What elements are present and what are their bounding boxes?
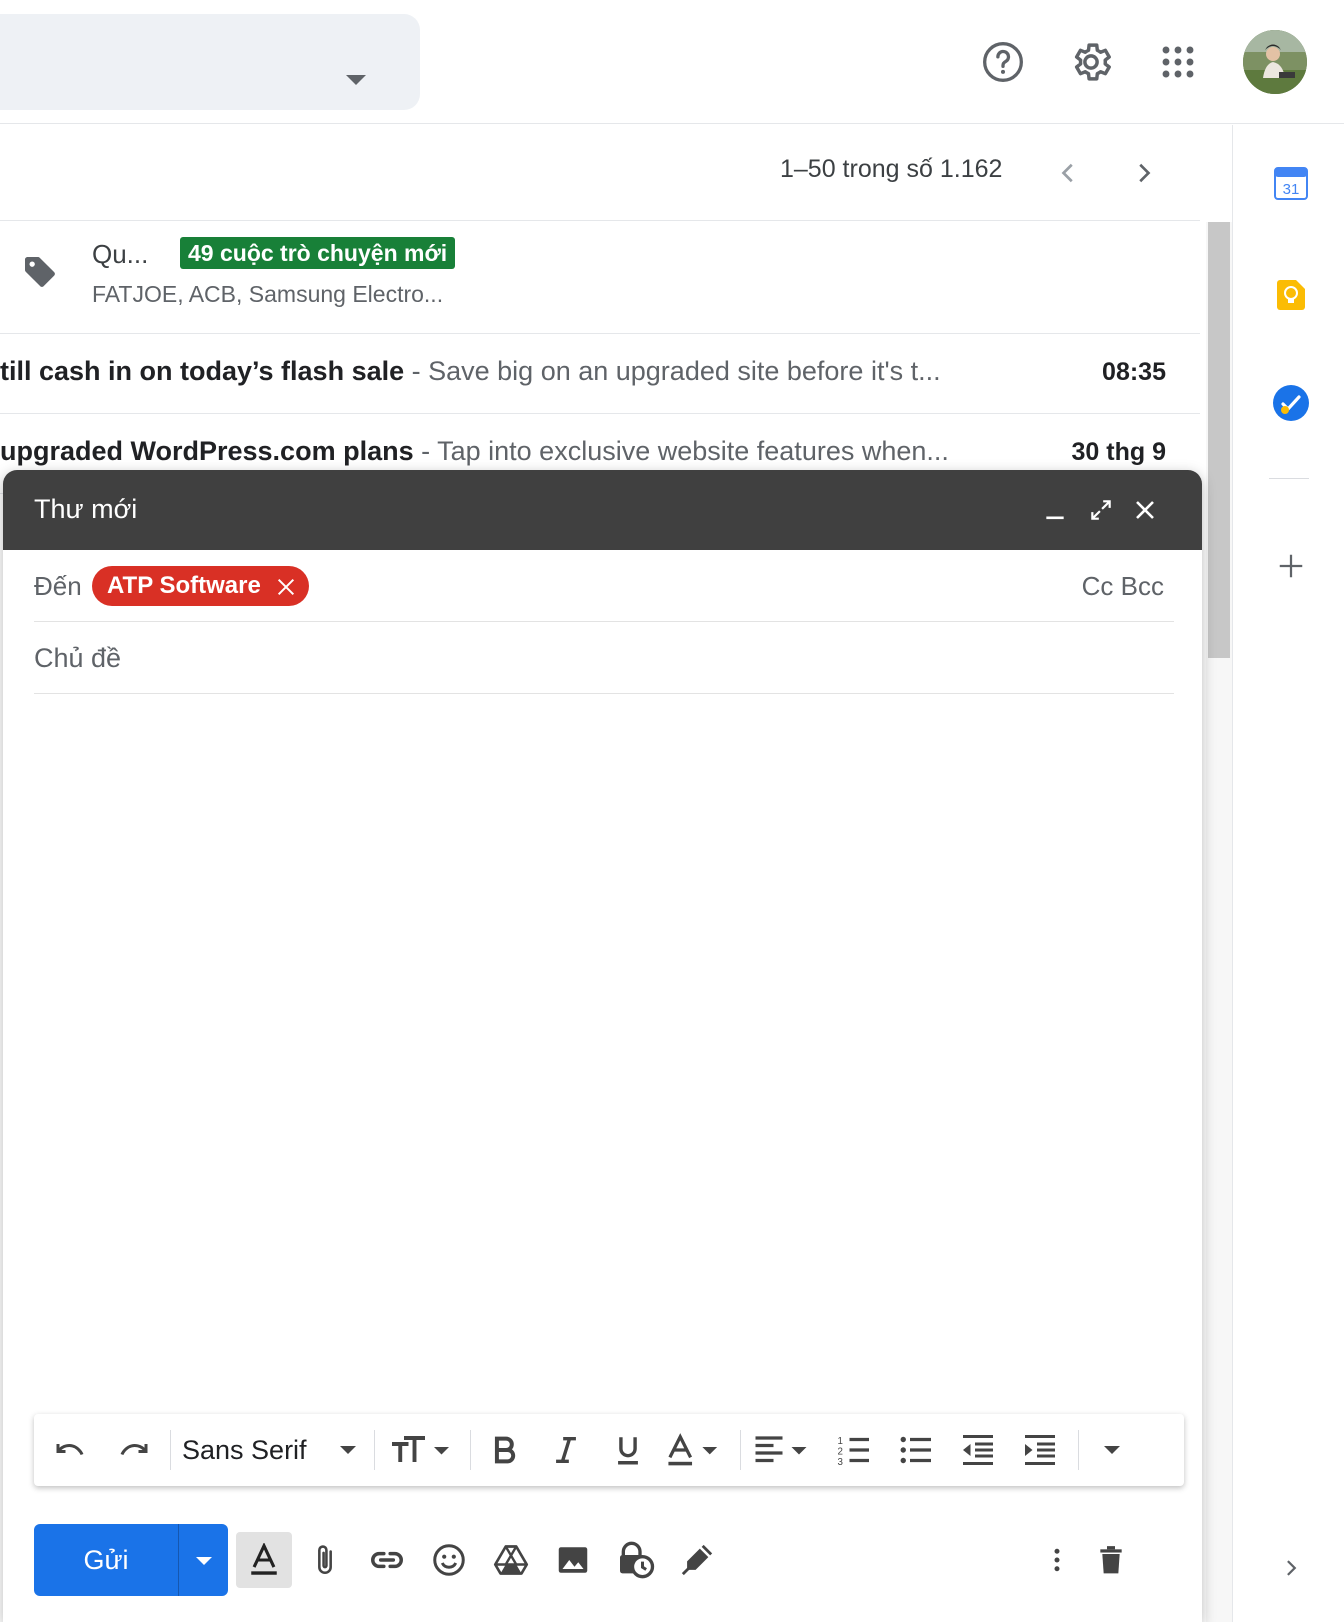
recipient-chip[interactable]: ATP Software: [92, 566, 309, 606]
link-icon[interactable]: [359, 1532, 415, 1588]
search-bar[interactable]: [0, 14, 420, 110]
attach-icon[interactable]: [297, 1532, 353, 1588]
emoji-icon[interactable]: [421, 1532, 477, 1588]
compose-header[interactable]: Thư mới: [3, 470, 1202, 550]
new-conversations-badge: 49 cuộc trò chuyện mới: [180, 237, 456, 269]
subject-field: [34, 622, 1174, 694]
toolbar-separator: [170, 1430, 171, 1470]
text-size-icon[interactable]: [386, 1426, 458, 1474]
drive-icon[interactable]: [483, 1532, 539, 1588]
calendar-icon[interactable]: 31: [1271, 163, 1311, 203]
gear-icon[interactable]: [1063, 34, 1119, 90]
more-formatting-icon[interactable]: [1088, 1426, 1136, 1474]
expand-panel-icon[interactable]: [1271, 1548, 1311, 1588]
tasks-icon[interactable]: [1271, 383, 1311, 423]
text-color-icon[interactable]: [662, 1426, 728, 1474]
align-icon[interactable]: [750, 1426, 818, 1474]
email-row[interactable]: till cash in on today’s flash sale - Sav…: [0, 334, 1200, 414]
discard-draft-icon[interactable]: [1083, 1532, 1139, 1588]
toolbar-separator: [470, 1430, 471, 1470]
more-options-icon[interactable]: [1029, 1532, 1085, 1588]
category-senders: FATJOE, ACB, Samsung Electro...: [92, 281, 444, 307]
indent-more-icon[interactable]: [1016, 1426, 1064, 1474]
label-tag-icon: [20, 252, 60, 292]
apps-grid-icon[interactable]: [1150, 34, 1206, 90]
side-divider: [1269, 478, 1309, 479]
avatar[interactable]: [1243, 30, 1307, 94]
scrollbar-thumb[interactable]: [1208, 222, 1230, 658]
bulleted-list-icon[interactable]: [892, 1426, 940, 1474]
indent-less-icon[interactable]: [954, 1426, 1002, 1474]
dropdown-arrow-icon: [340, 1446, 356, 1454]
toolbar-separator: [374, 1430, 375, 1470]
formatting-toolbar: Sans Serif 123: [34, 1414, 1184, 1486]
email-snippet: - Tap into exclusive website features wh…: [413, 436, 949, 466]
add-addon-icon[interactable]: [1271, 546, 1311, 586]
font-name: Sans Serif: [182, 1434, 307, 1465]
compose-window: Thư mới Đến ATP Software Cc Bcc Chủ đề S…: [3, 470, 1202, 1622]
side-panel: 31: [1232, 125, 1344, 1622]
to-field[interactable]: Đến ATP Software Cc Bcc: [34, 550, 1174, 622]
category-name: Qu...: [92, 239, 149, 269]
email-time: 30 thg 9: [1071, 438, 1166, 466]
category-row[interactable]: Qu... 49 cuộc trò chuyện mới FATJOE, ACB…: [0, 222, 1200, 334]
top-header: [0, 0, 1344, 124]
recipient-name: ATP Software: [107, 572, 261, 599]
svg-text:1: 1: [838, 1436, 843, 1447]
email-snippet: - Save big on an upgraded site before it…: [404, 356, 941, 386]
email-subject: till cash in on today’s flash sale: [0, 356, 405, 386]
redo-icon[interactable]: [110, 1426, 158, 1474]
close-icon[interactable]: [1127, 492, 1163, 528]
signature-icon[interactable]: [669, 1532, 725, 1588]
send-options-button[interactable]: [179, 1524, 228, 1596]
search-options-dropdown-icon[interactable]: [346, 75, 366, 85]
newer-page-icon[interactable]: [1050, 155, 1086, 191]
to-label: Đến: [34, 571, 82, 601]
send-button[interactable]: Gửi: [34, 1524, 178, 1596]
calendar-day: 31: [1283, 181, 1300, 198]
insert-photo-icon[interactable]: [545, 1532, 601, 1588]
email-time: 08:35: [1102, 358, 1166, 386]
minimize-icon[interactable]: [1037, 492, 1073, 528]
cc-bcc-link[interactable]: Cc Bcc: [1082, 571, 1164, 602]
confidential-mode-icon[interactable]: [607, 1532, 663, 1588]
keep-icon[interactable]: [1271, 275, 1311, 315]
message-body[interactable]: [34, 702, 1174, 1342]
remove-recipient-icon[interactable]: [275, 576, 297, 598]
page-count: 1–50 trong số 1.162: [780, 155, 1003, 183]
formatting-options-icon[interactable]: [236, 1532, 292, 1588]
italic-icon[interactable]: [542, 1426, 590, 1474]
font-select[interactable]: Sans Serif: [182, 1426, 362, 1474]
email-subject: upgraded WordPress.com plans: [0, 436, 414, 466]
bold-icon[interactable]: [480, 1426, 528, 1474]
toolbar-separator: [1078, 1430, 1079, 1470]
help-icon[interactable]: [975, 34, 1031, 90]
fullscreen-icon[interactable]: [1083, 492, 1119, 528]
svg-text:2: 2: [838, 1447, 843, 1458]
compose-title: Thư mới: [34, 494, 138, 524]
underline-icon[interactable]: [604, 1426, 652, 1474]
toolbar-separator: [740, 1430, 741, 1470]
send-button-group: Gửi: [34, 1524, 228, 1596]
numbered-list-icon[interactable]: 123: [830, 1426, 878, 1474]
list-toolbar: 1–50 trong số 1.162: [0, 125, 1200, 221]
svg-text:3: 3: [838, 1457, 843, 1468]
undo-icon[interactable]: [46, 1426, 94, 1474]
subject-input[interactable]: [34, 636, 1134, 680]
older-page-icon[interactable]: [1126, 155, 1162, 191]
